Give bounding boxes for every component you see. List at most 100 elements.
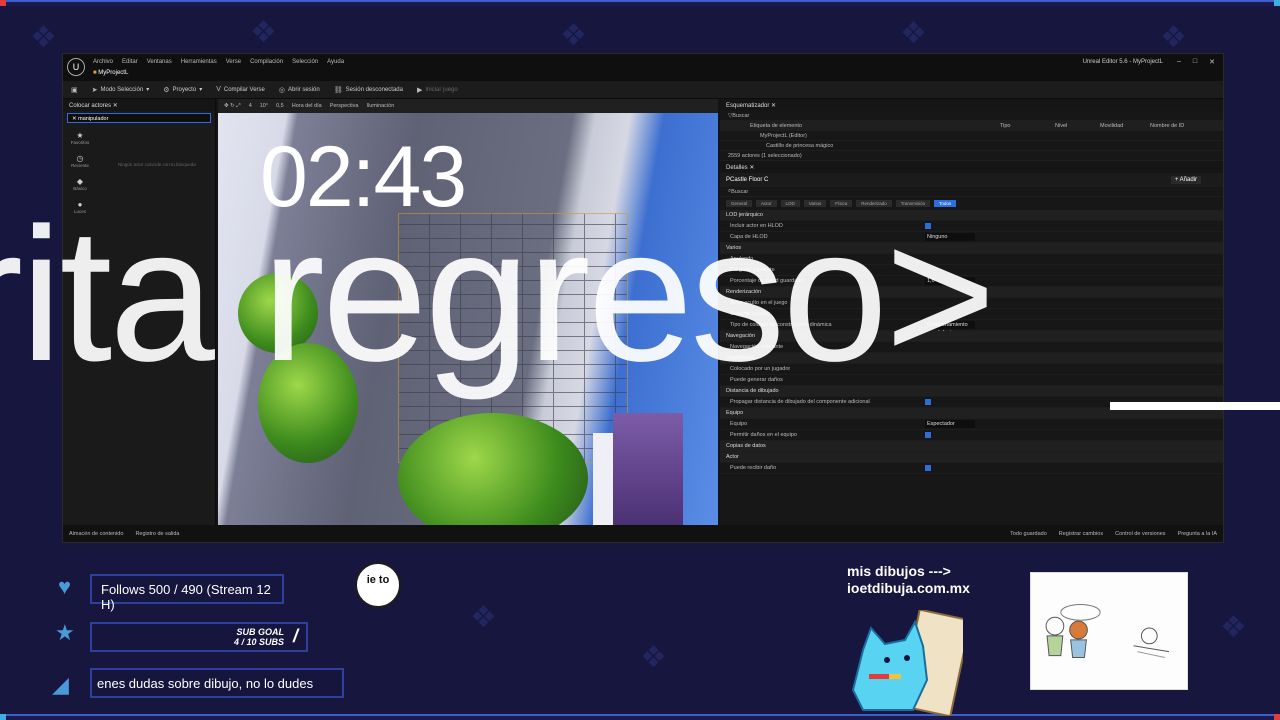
- sub-goal-box: SUB GOAL 4 / 10 SUBS /: [90, 622, 308, 652]
- menu-editar[interactable]: Editar: [122, 59, 138, 65]
- mode-label: Modo Selección: [100, 86, 144, 93]
- mode-dropdown[interactable]: ➤ Modo Selección ▾: [92, 86, 150, 94]
- fov-value[interactable]: 10°: [260, 103, 268, 109]
- save-icon: ▣: [71, 86, 78, 94]
- project-label: Proyecto: [172, 86, 197, 93]
- scrolling-marquee-text: rita regreso>: [0, 189, 996, 401]
- slash-icon: /: [292, 626, 298, 646]
- property-label: Puede recibir daño: [730, 465, 777, 471]
- paw-icon: ❖: [30, 20, 57, 55]
- place-actors-tab[interactable]: Colocar actores ✕: [63, 99, 215, 111]
- paw-icon: ❖: [560, 18, 587, 53]
- castle-roof: [613, 413, 683, 527]
- follows-goal-box: Follows 500 / 490 (Stream 12 H): [90, 574, 284, 612]
- compile-label: Compilar Verse: [223, 86, 265, 93]
- menu-seleccion[interactable]: Selección: [292, 59, 318, 65]
- version-control-button[interactable]: Control de versiones: [1115, 531, 1165, 537]
- ticker-box: enes dudas sobre dibujo, no lo dudes: [90, 668, 344, 698]
- paw-icon: ❖: [1220, 610, 1247, 645]
- promo-line-1: mis dibujos --->: [847, 563, 951, 579]
- details-tab[interactable]: Detalles ✕: [720, 161, 1223, 173]
- property-value[interactable]: Espectador: [925, 420, 975, 428]
- category-favoritos[interactable]: ★ Favoritos: [71, 131, 90, 145]
- outliner-tab[interactable]: Esquematizador ✕: [720, 99, 1223, 111]
- close-icon[interactable]: ✕: [1209, 58, 1215, 66]
- outliner-search-placeholder: Buscar: [732, 112, 750, 119]
- follows-goal-text: Follows 500 / 490 (Stream 12 H): [101, 582, 271, 612]
- paw-icon: ❖: [1160, 20, 1187, 55]
- output-log-button[interactable]: Registro de salida: [135, 531, 179, 537]
- transform-tools-icon[interactable]: ✥ ↻ ⤢: [224, 103, 241, 110]
- property-label: Equipo: [730, 421, 748, 427]
- property-row[interactable]: Equipo Espectador: [720, 419, 1223, 430]
- property-category[interactable]: Actor: [720, 452, 1223, 463]
- lighting-dropdown[interactable]: Iluminación: [366, 103, 394, 109]
- add-component-button[interactable]: + Añadir: [1170, 176, 1201, 184]
- compile-verse-button[interactable]: V Compilar Verse: [216, 86, 265, 93]
- col-label[interactable]: Etiqueta de elemento: [750, 123, 802, 129]
- ask-ai-button[interactable]: Pregunta a la IA: [1178, 531, 1217, 537]
- save-button[interactable]: ▣: [71, 86, 78, 94]
- content-drawer-button[interactable]: Almacén de contenido: [69, 531, 123, 537]
- frame-corner-blue: [1274, 0, 1280, 6]
- col-type[interactable]: Tipo: [1000, 123, 1011, 129]
- property-checkbox[interactable]: [925, 465, 931, 471]
- outliner-row[interactable]: Castillo de princesa mágico: [720, 141, 1223, 151]
- property-checkbox[interactable]: [925, 432, 931, 438]
- place-actors-title: Colocar actores: [69, 103, 112, 109]
- property-row[interactable]: Permitir daños en el equipo: [720, 430, 1223, 441]
- project-settings-icon: ⚙: [163, 86, 170, 94]
- category-reciente[interactable]: ◷ Reciente: [71, 154, 89, 168]
- property-label: Permitir daños en el equipo: [730, 432, 797, 438]
- col-level[interactable]: Nivel: [1055, 123, 1067, 129]
- paw-icon: ❖: [470, 600, 497, 635]
- stream-frame-bottom: [0, 714, 1280, 720]
- start-game-button[interactable]: ▶ Iniciar juego: [417, 86, 458, 94]
- menu-ventanas[interactable]: Ventanas: [147, 59, 172, 65]
- link-icon: ⛓: [333, 86, 343, 94]
- outliner-search-input[interactable]: ▽ Buscar: [720, 111, 1223, 121]
- cursor-icon: ➤: [91, 86, 98, 94]
- actor-search-value: manipulador: [78, 116, 109, 122]
- menu-verse[interactable]: Verse: [226, 59, 241, 65]
- menu-bar: Archivo Editar Ventanas Herramientas Ver…: [93, 59, 344, 65]
- current-drawing-image: [1030, 572, 1188, 690]
- scale-value[interactable]: 0,5: [276, 103, 284, 109]
- perspective-dropdown[interactable]: Perspectiva: [330, 103, 359, 109]
- marquee-underline: [1110, 402, 1280, 410]
- col-mobility[interactable]: Movilidad: [1100, 123, 1123, 129]
- all-saved-status[interactable]: Todo guardado: [1010, 531, 1047, 537]
- property-label: Actor: [726, 454, 739, 460]
- start-game-label: Iniciar juego: [425, 86, 458, 93]
- heart-icon: ♥: [58, 574, 72, 599]
- outliner-columns: Etiqueta de elemento Tipo Nivel Movilida…: [720, 121, 1223, 131]
- actor-search-input[interactable]: ✕ manipulador: [67, 113, 211, 123]
- menu-archivo[interactable]: Archivo: [93, 59, 113, 65]
- clock-icon: ◷: [76, 154, 84, 163]
- outliner-title: Esquematizador: [726, 103, 770, 109]
- object-name: PCastle Floor C: [726, 177, 769, 183]
- main-toolbar: ▣ ➤ Modo Selección ▾ ⚙ Proyecto ▾ V Compila…: [63, 81, 1223, 99]
- open-session-button[interactable]: ◎ Abrir sesión: [279, 86, 320, 94]
- time-of-day-dropdown[interactable]: Hora del día: [292, 103, 322, 109]
- shapes-icon: ◆: [76, 177, 84, 186]
- star-icon: ★: [76, 131, 84, 140]
- maximize-icon[interactable]: □: [1193, 58, 1197, 66]
- outliner-row[interactable]: MyProjectL (Editor): [720, 131, 1223, 141]
- frame-corner-red-right: [1274, 714, 1280, 720]
- project-tab[interactable]: ■ MyProjectL: [93, 70, 128, 76]
- register-changes-button[interactable]: Registrar cambios: [1059, 531, 1103, 537]
- property-category[interactable]: Copias de datos: [720, 441, 1223, 452]
- minimize-icon[interactable]: –: [1177, 58, 1181, 66]
- menu-ayuda[interactable]: Ayuda: [327, 59, 344, 65]
- property-row[interactable]: Puede recibir daño: [720, 463, 1223, 474]
- sub-goal-text: SUB GOAL 4 / 10 SUBS: [234, 627, 284, 647]
- frame-corner-red: [0, 0, 6, 6]
- col-id[interactable]: Nombre de ID: [1150, 123, 1184, 129]
- menu-herramientas[interactable]: Herramientas: [181, 59, 217, 65]
- menu-compilacion[interactable]: Compilación: [250, 59, 283, 65]
- project-dropdown[interactable]: ⚙ Proyecto ▾: [163, 86, 202, 94]
- empty-results-text: Ningún actor coincide con tu búsqueda: [118, 162, 196, 167]
- speed-value[interactable]: 4: [249, 103, 252, 109]
- paw-icon: ❖: [250, 15, 277, 50]
